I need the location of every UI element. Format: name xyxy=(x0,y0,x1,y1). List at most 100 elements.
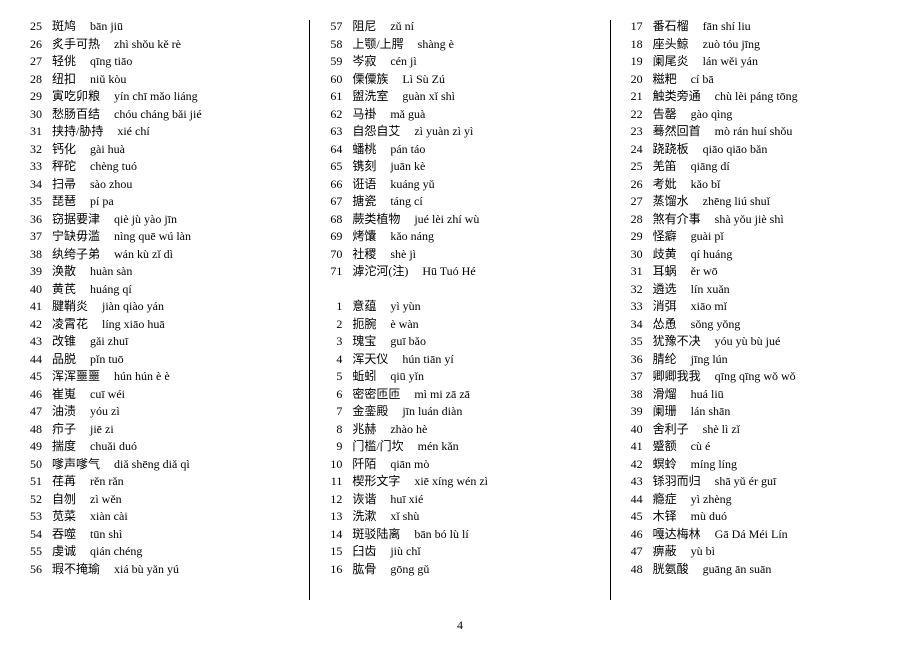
entry-pinyin: yóu zì xyxy=(90,403,120,421)
entry-hanzi: 浑浑噩噩 xyxy=(52,368,100,386)
entry-number: 1 xyxy=(320,298,342,316)
entry-row: 40舍利子shè lì zǐ xyxy=(621,421,900,439)
entry-number: 45 xyxy=(621,508,643,526)
entry-number: 3 xyxy=(320,333,342,351)
entry-pinyin: huá liū xyxy=(691,386,724,404)
entry-pinyin: lán wěi yán xyxy=(703,53,758,71)
entry-row: 62马褂mǎ guà xyxy=(320,106,599,124)
entry-hanzi: 苋菜 xyxy=(52,508,76,526)
entry-hanzi: 岑寂 xyxy=(352,53,376,71)
entry-pinyin: Hū Tuó Hé xyxy=(422,263,475,281)
entry-number: 2 xyxy=(320,316,342,334)
entry-hanzi: 兆赫 xyxy=(352,421,376,439)
entry-row: 49揣度chuǎi duó xyxy=(20,438,299,456)
entry-number: 64 xyxy=(320,141,342,159)
entry-pinyin: juān kè xyxy=(390,158,425,176)
entry-number: 35 xyxy=(621,333,643,351)
entry-pinyin: cù é xyxy=(691,438,711,456)
entry-pinyin: xǐ shù xyxy=(390,508,419,526)
entry-pinyin: jué lèi zhí wù xyxy=(414,211,479,229)
entry-row: 17番石榴fān shí liu xyxy=(621,18,900,36)
entry-number: 71 xyxy=(320,263,342,281)
entry-hanzi: 怪癖 xyxy=(653,228,677,246)
entry-hanzi: 嘎达梅林 xyxy=(653,526,701,544)
entry-row: 47油渍yóu zì xyxy=(20,403,299,421)
entry-hanzi: 镌刻 xyxy=(352,158,376,176)
entry-number: 36 xyxy=(20,211,42,229)
entry-pinyin: bān bó lù lí xyxy=(414,526,468,544)
entry-row: 39涣散huàn sàn xyxy=(20,263,299,281)
entry-row: 28煞有介事shà yǒu jiè shì xyxy=(621,211,900,229)
entry-pinyin: guī bǎo xyxy=(390,333,426,351)
entry-pinyin: lín xuǎn xyxy=(691,281,730,299)
entry-pinyin: táng cí xyxy=(390,193,422,211)
entry-hanzi: 搪瓷 xyxy=(352,193,376,211)
entry-row: 32遴选lín xuǎn xyxy=(621,281,900,299)
entry-row: 37卿卿我我qīng qīng wǒ wǒ xyxy=(621,368,900,386)
entry-row: 22告罄gào qìng xyxy=(621,106,900,124)
entry-number: 59 xyxy=(320,53,342,71)
entry-hanzi: 怂恿 xyxy=(653,316,677,334)
entry-hanzi: 腈纶 xyxy=(653,351,677,369)
entry-pinyin: qīng tiāo xyxy=(90,53,132,71)
entry-number: 47 xyxy=(20,403,42,421)
entry-hanzi: 荏苒 xyxy=(52,473,76,491)
entry-row: 42凌霄花líng xiāo huā xyxy=(20,316,299,334)
entry-row: 13 洗漱 xǐ shù xyxy=(320,508,599,526)
entry-row: 3 瑰宝 guī bǎo xyxy=(320,333,599,351)
entry-hanzi: 犹豫不决 xyxy=(653,333,701,351)
entry-hanzi: 阻尼 xyxy=(352,18,376,36)
entry-hanzi: 胱氨酸 xyxy=(653,561,689,579)
entry-row: 42螟蛉míng líng xyxy=(621,456,900,474)
entry-row: 61盥洗室guàn xǐ shì xyxy=(320,88,599,106)
entry-row: 64蟠桃pán táo xyxy=(320,141,599,159)
entry-pinyin: mù duó xyxy=(691,508,727,526)
entry-row: 7金銮殿jīn luán diàn xyxy=(320,403,599,421)
entry-number: 43 xyxy=(20,333,42,351)
entry-number: 30 xyxy=(20,106,42,124)
entry-number: 18 xyxy=(621,36,643,54)
entry-number: 7 xyxy=(320,403,342,421)
entry-row: 39阑珊lán shān xyxy=(621,403,900,421)
entry-pinyin: ěr wō xyxy=(691,263,718,281)
entry-pinyin: fān shí liu xyxy=(703,18,751,36)
entry-hanzi: 斑鸠 xyxy=(52,18,76,36)
entry-row: 30愁肠百结chóu cháng bǎi jié xyxy=(20,106,299,124)
entry-row: 51荏苒rěn rǎn xyxy=(20,473,299,491)
entry-number: 14 xyxy=(320,526,342,544)
entry-hanzi: 滑熘 xyxy=(653,386,677,404)
entry-row: 26炙手可热zhì shǒu kě rè xyxy=(20,36,299,54)
entry-number: 13 xyxy=(320,508,342,526)
entry-pinyin: jiù chǐ xyxy=(390,543,420,561)
entry-pinyin: qiè jù yào jīn xyxy=(114,211,177,229)
entry-pinyin: wán kù zǐ dì xyxy=(114,246,173,264)
entry-row: 38滑熘huá liū xyxy=(621,386,900,404)
entry-pinyin: sào zhou xyxy=(90,176,132,194)
entry-row: 48疖子jiē zi xyxy=(20,421,299,439)
entry-pinyin: shàng è xyxy=(418,36,454,54)
entry-number: 46 xyxy=(621,526,643,544)
entry-number: 4 xyxy=(320,351,342,369)
entry-row: 25羌笛qiāng dí xyxy=(621,158,900,176)
entry-pinyin: lán shān xyxy=(691,403,731,421)
entry-pinyin: gōng gǔ xyxy=(390,561,429,579)
entry-hanzi: 斑驳陆离 xyxy=(352,526,400,544)
entry-pinyin: zǔ ní xyxy=(390,18,414,36)
entry-row: 31耳蜗ěr wō xyxy=(621,263,900,281)
entry-hanzi: 瑰宝 xyxy=(352,333,376,351)
entry-hanzi: 宁缺毋滥 xyxy=(52,228,100,246)
column-2: 57阻尼zǔ ní58上颚/上腭shàng è59岑寂cén jì60傈僳族Lì… xyxy=(310,18,609,600)
entry-hanzi: 洗漱 xyxy=(352,508,376,526)
entry-row: 8兆赫zhào hè xyxy=(320,421,599,439)
entry-row: 60傈僳族Lì Sù Zú xyxy=(320,71,599,89)
entry-hanzi: 金銮殿 xyxy=(352,403,388,421)
entry-hanzi: 密密匝匝 xyxy=(352,386,400,404)
entry-row: 40黄芪huáng qí xyxy=(20,281,299,299)
entry-row: 6密密匝匝mì mi zā zā xyxy=(320,386,599,404)
entry-hanzi: 崔嵬 xyxy=(52,386,76,404)
entry-hanzi: 消弭 xyxy=(653,298,677,316)
entry-pinyin: yì yùn xyxy=(390,298,420,316)
entry-number: 42 xyxy=(20,316,42,334)
entry-hanzi: 阑尾炎 xyxy=(653,53,689,71)
entry-pinyin: pí pa xyxy=(90,193,114,211)
